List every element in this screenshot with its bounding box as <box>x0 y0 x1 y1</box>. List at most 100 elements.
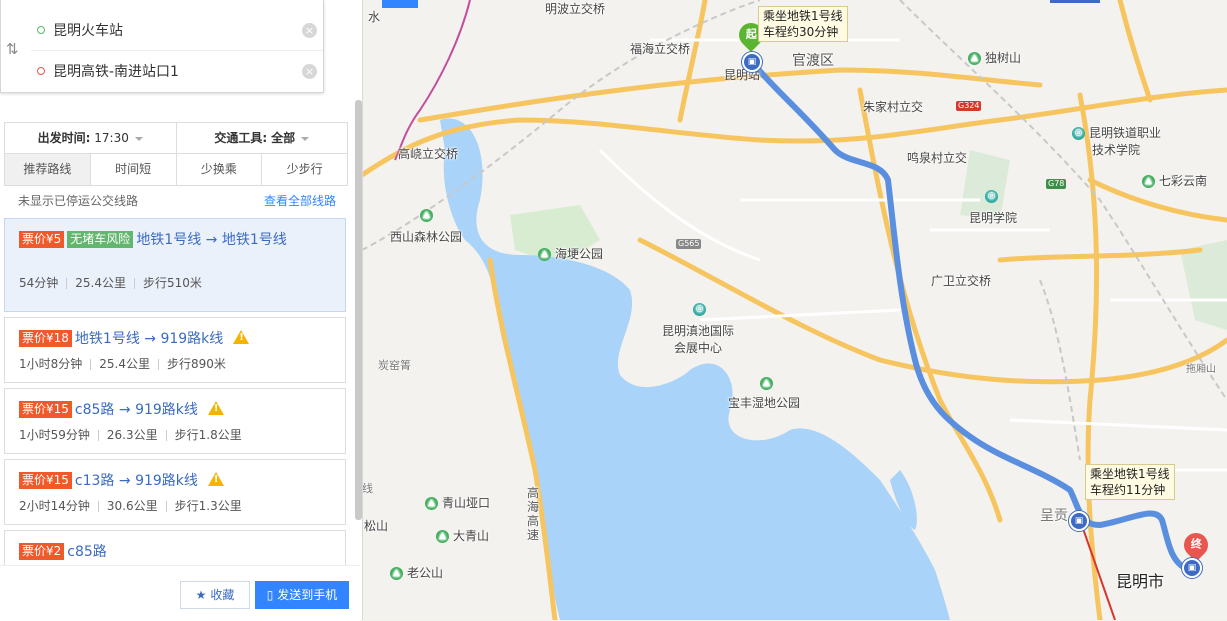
warning-icon: ! <box>207 401 224 415</box>
park-icon: ▲ <box>436 530 449 543</box>
park-icon: ▲ <box>425 497 438 510</box>
swap-arrows-icon[interactable]: ⇅ <box>6 40 19 58</box>
route-lines: 地铁1号线 → 地铁1号线 <box>136 232 287 248</box>
map-label-kunming-city: 昆明市 <box>1116 572 1165 591</box>
subway-icon[interactable]: ▣ <box>1069 511 1089 531</box>
map-label-haigeng: ▲ 海埂公园 <box>538 245 603 262</box>
route-card[interactable]: 票价¥5 无堵车风险 地铁1号线 → 地铁1号线 54分钟 25.4公里 步行510米 <box>4 218 346 312</box>
school-icon: ◎ <box>1072 127 1085 140</box>
no-traffic-tag: 无堵车风险 <box>67 230 134 248</box>
park-icon: ▲ <box>390 567 403 580</box>
route-card[interactable]: 票价¥18 地铁1号线 → 919路k线! 1小时8分钟 25.4公里 步行890米 <box>4 317 346 383</box>
map-label-tuodong: 拖厢山 <box>1186 364 1216 375</box>
route-meta: 1小时59分钟 26.3公里 步行1.8公里 <box>19 428 242 442</box>
view-all-lines-link[interactable]: 查看全部线路 <box>264 192 336 209</box>
route-lines: 地铁1号线 → 919路k线 <box>74 331 224 347</box>
tab-least-walking[interactable]: 少步行 <box>262 154 347 185</box>
map-toolbar-edge <box>1050 0 1100 3</box>
highway-shield-g565: G565 <box>676 239 702 249</box>
subway-icon[interactable]: ▣ <box>742 52 762 72</box>
map-label-laogong: ▲ 老公山 <box>390 564 443 581</box>
map-label-dianchi-icon: ◎ <box>693 302 710 316</box>
map-label-baofeng-icon: ▲ <box>760 376 777 390</box>
map-label-tiedao: ◎ 昆明铁道职业 技术学院 <box>1072 124 1161 158</box>
chevron-down-icon <box>301 136 310 145</box>
map-label-zhujiacun: 朱家村立交 <box>863 100 924 114</box>
panel-footer: ★ 收藏 ▯ 发送到手机 <box>0 565 360 621</box>
route-lines: c13路 → 919路k线 <box>74 473 198 489</box>
route-card[interactable]: 票价¥15 c85路 → 919路k线! 1小时59分钟 26.3公里 步行1.8公里 <box>4 388 346 454</box>
route-panel: 昆明火车站 × 昆明高铁-南进站口1 × ⇅ 出发时间: 17:30 交通工具:… <box>0 0 363 621</box>
map-label-mingbo: 明波立交桥 <box>545 2 606 16</box>
route-meta: 2小时14分钟 30.6公里 步行1.3公里 <box>19 499 242 513</box>
map-label-kmxy-text: 昆明学院 <box>969 211 1018 225</box>
depart-time-select[interactable]: 出发时间: 17:30 <box>5 123 177 153</box>
route-lines: c85路 <box>67 544 107 560</box>
map-label-kmxy: ◎ <box>985 189 1002 203</box>
map-control-tab[interactable] <box>382 0 418 8</box>
chevron-down-icon <box>134 136 143 145</box>
map-label-xishan: 西山森林公园 <box>390 230 463 244</box>
map-label-baofeng: 宝丰湿地公园 <box>728 396 801 410</box>
map-label-fuhai: 福海立交桥 <box>630 42 691 56</box>
clear-end-icon[interactable]: × <box>302 64 317 79</box>
start-input[interactable]: 昆明火车站 <box>53 11 123 51</box>
end-dot-icon <box>37 67 45 75</box>
map-label-guandu: 官渡区 <box>792 53 834 69</box>
tab-fewest-transfers[interactable]: 少换乘 <box>177 154 263 185</box>
route-bubble-start: 乘坐地铁1号线 车程约30分钟 <box>758 6 848 42</box>
map-label-dianchi: 昆明滇池国际 会展中心 <box>662 324 735 355</box>
landmark-icon: ◎ <box>693 303 706 316</box>
divider <box>31 50 323 51</box>
route-lines: c85路 → 919路k线 <box>74 402 198 418</box>
price-badge: 票价¥15 <box>19 471 72 489</box>
map-label-mingquan: 鸣泉村立交 <box>907 151 968 165</box>
price-badge: 票价¥2 <box>19 542 65 560</box>
clear-start-icon[interactable]: × <box>302 23 317 38</box>
school-icon: ◎ <box>985 190 998 203</box>
tab-recommended[interactable]: 推荐路线 <box>5 154 91 185</box>
scrollbar[interactable] <box>355 100 362 520</box>
park-icon: ▲ <box>968 52 981 65</box>
route-search-box: 昆明火车站 × 昆明高铁-南进站口1 × ⇅ <box>0 0 324 93</box>
start-dot-icon <box>37 26 45 34</box>
favorite-button[interactable]: ★ 收藏 <box>180 581 250 609</box>
star-icon: ★ <box>195 588 207 602</box>
map-label-dadaqing: ▲ 大青山 <box>436 527 489 544</box>
map-label-guangwei: 广卫立交桥 <box>931 274 992 288</box>
route-meta: 1小时8分钟 25.4公里 步行890米 <box>19 357 226 371</box>
end-input-row[interactable]: 昆明高铁-南进站口1 × <box>31 52 323 92</box>
map-label-gaohai: 高海高速 <box>527 486 540 542</box>
highway-shield-g324: G324 <box>956 101 982 111</box>
price-badge: 票价¥15 <box>19 400 72 418</box>
map-label-qicai: ▲ 七彩云南 <box>1142 172 1207 189</box>
end-input[interactable]: 昆明高铁-南进站口1 <box>53 52 179 92</box>
subway-icon[interactable]: ▣ <box>1182 558 1202 578</box>
hidden-lines-notice: 未显示已停运公交线路 <box>18 194 139 208</box>
highway-shield-g78: G78 <box>1046 179 1067 189</box>
map-label-tanyao: 炭窑箐 <box>378 359 411 372</box>
phone-icon: ▯ <box>266 588 274 602</box>
map-label-gaoyao: 高峣立交桥 <box>398 147 459 161</box>
route-card[interactable]: 票价¥15 c13路 → 919路k线! 2小时14分钟 30.6公里 步行1.3公里 <box>4 459 346 525</box>
park-icon: ▲ <box>538 248 551 261</box>
route-options: 出发时间: 17:30 交通工具: 全部 推荐路线 时间短 少换乘 少步行 <box>4 122 348 186</box>
map-label-xishan-icon: ▲ <box>420 208 437 222</box>
map-label-chenggong: 呈贡 <box>1040 508 1068 524</box>
start-input-row[interactable]: 昆明火车站 × <box>31 11 323 51</box>
park-icon: ▲ <box>760 377 773 390</box>
send-to-phone-button[interactable]: ▯ 发送到手机 <box>255 581 349 609</box>
price-badge: 票价¥5 <box>19 230 65 248</box>
park-icon: ▲ <box>1142 175 1155 188</box>
price-badge: 票价¥18 <box>19 329 72 347</box>
tab-shortest-time[interactable]: 时间短 <box>91 154 177 185</box>
map-label-water: 水 <box>368 10 381 24</box>
warning-icon: ! <box>233 330 250 344</box>
map-label-dushushan: ▲ 独树山 <box>968 49 1021 66</box>
map-label-xian: 线 <box>362 482 373 495</box>
route-meta: 54分钟 25.4公里 步行510米 <box>19 276 202 290</box>
transport-select[interactable]: 交通工具: 全部 <box>177 123 348 153</box>
map-label-songshan: 松山 <box>364 519 389 533</box>
warning-icon: ! <box>207 472 224 486</box>
map-label-qingshan: ▲ 青山垭口 <box>425 494 490 511</box>
